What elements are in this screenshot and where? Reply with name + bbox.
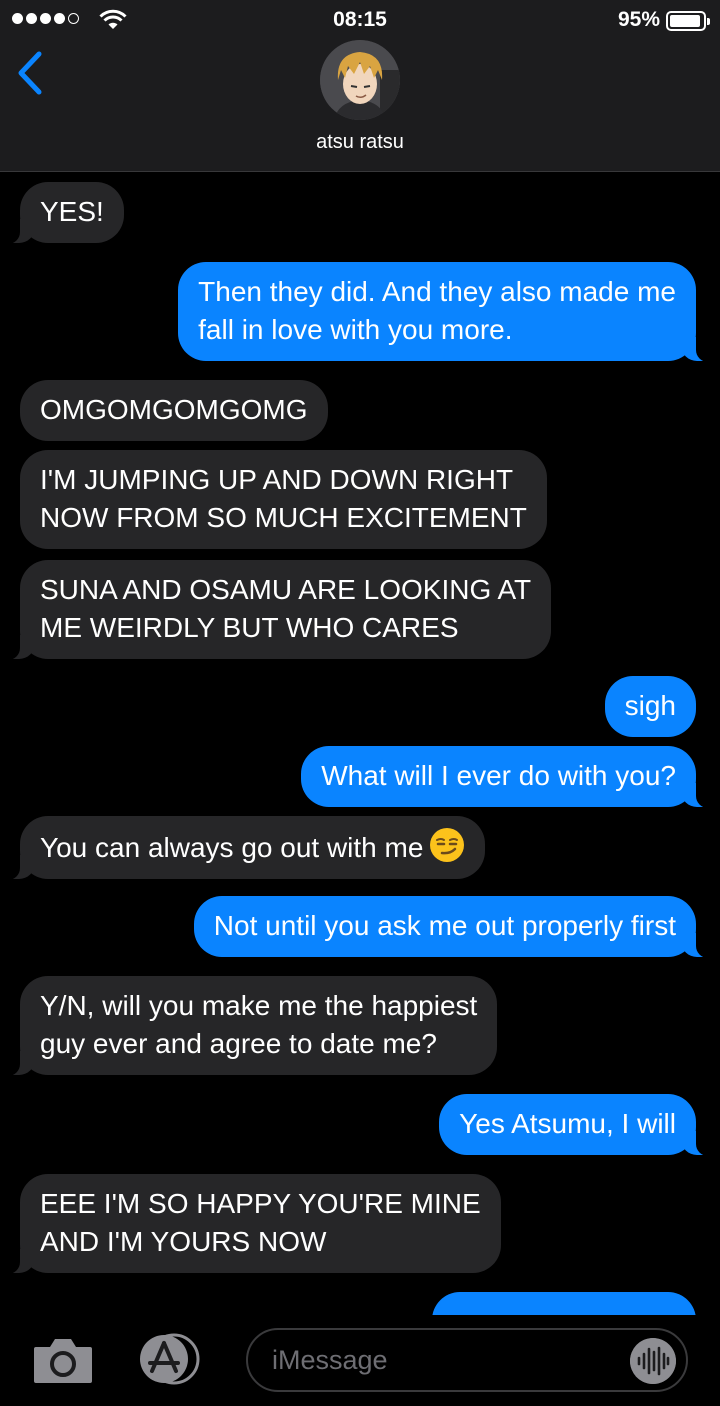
message-bubble-incoming[interactable]: Y/N, will you make me the happiest guy e… xyxy=(5,976,498,1076)
status-bar: 08:15 95% xyxy=(0,0,720,42)
message-line: AND I'M YOURS NOW xyxy=(40,1226,327,1257)
message-bubble-incoming[interactable]: EEE I'M SO HAPPY YOU'RE MINE AND I'M YOU… xyxy=(6,1174,501,1274)
message-bubble-incoming[interactable]: OMGOMGOMGOMG xyxy=(20,380,328,441)
smirk-emoji-icon xyxy=(430,828,465,862)
message-line: EEE I'M SO HAPPY YOU'RE MINE xyxy=(40,1188,481,1219)
imessage-input[interactable] xyxy=(272,1340,612,1380)
message-line: fall in love with you more. xyxy=(198,314,513,345)
status-time: 08:15 xyxy=(333,8,387,31)
message-bubble-outgoing-partial[interactable] xyxy=(432,1292,696,1315)
message-thread[interactable]: YES! Then they did. And they also made m… xyxy=(0,172,720,1315)
message-line: Then they did. And they also made me xyxy=(198,276,676,307)
message-line: ME WEIRDLY BUT WHO CARES xyxy=(40,612,459,643)
message-line: sigh xyxy=(624,690,676,721)
message-bubble-outgoing[interactable]: Not until you ask me out properly first xyxy=(193,896,711,958)
message-bubble-outgoing[interactable]: sigh xyxy=(604,676,696,737)
message-bubble-outgoing[interactable]: What will I ever do with you? xyxy=(301,746,710,808)
battery-percentage: 95% xyxy=(617,8,660,31)
message-bubble-outgoing[interactable]: Then they did. And they also made me fal… xyxy=(178,262,710,362)
message-line: What will I ever do with you? xyxy=(321,760,676,791)
app-store-icon[interactable] xyxy=(134,1333,210,1385)
message-line: SUNA AND OSAMU ARE LOOKING AT xyxy=(40,574,532,605)
message-line: guy ever and agree to date me? xyxy=(40,1028,437,1059)
message-bubble-incoming[interactable]: YES! xyxy=(6,182,124,244)
message-bubble-incoming[interactable]: I'M JUMPING UP AND DOWN RIGHT NOW FROM S… xyxy=(20,450,547,549)
message-line: NOW FROM SO MUCH EXCITEMENT xyxy=(40,502,527,533)
imessage-input-container[interactable] xyxy=(246,1328,688,1392)
message-text: You can always go out with me xyxy=(40,832,424,863)
message-composer xyxy=(0,1315,720,1406)
contact-name[interactable]: atsu ratsu xyxy=(0,131,720,154)
battery-icon xyxy=(666,11,710,31)
contact-avatar[interactable] xyxy=(320,40,400,120)
message-bubble-incoming[interactable]: SUNA AND OSAMU ARE LOOKING AT ME WEIRDLY… xyxy=(5,560,552,660)
message-line: Not until you ask me out properly first xyxy=(213,910,676,941)
message-line: Y/N, will you make me the happiest xyxy=(40,990,478,1021)
avatar-illustration xyxy=(320,40,400,120)
message-line: You can always go out with me xyxy=(40,827,465,867)
conversation-header: 08:15 95% atsu ratsu xyxy=(0,0,720,172)
message-bubble-outgoing[interactable]: Yes Atsumu, I will xyxy=(439,1094,710,1156)
back-chevron-icon[interactable] xyxy=(14,50,48,96)
message-line: Yes Atsumu, I will xyxy=(459,1108,676,1139)
camera-icon[interactable] xyxy=(32,1335,94,1385)
message-line: YES! xyxy=(40,196,104,227)
message-line: OMGOMGOMGOMG xyxy=(40,394,308,425)
audio-waveform-icon[interactable] xyxy=(630,1338,676,1384)
message-line: I'M JUMPING UP AND DOWN RIGHT xyxy=(40,464,514,495)
message-bubble-incoming[interactable]: You can always go out with me xyxy=(5,816,486,880)
